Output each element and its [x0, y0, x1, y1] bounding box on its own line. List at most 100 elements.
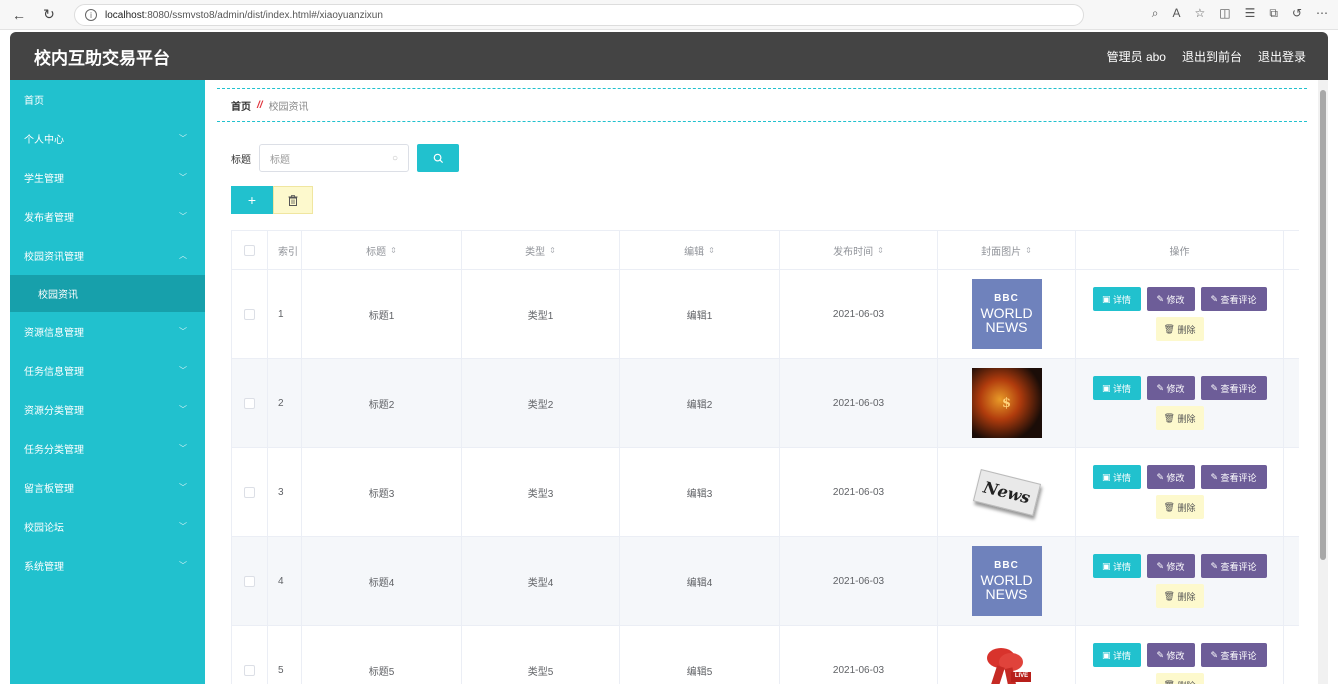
delete-button[interactable]: 🗑 删除: [1155, 406, 1204, 430]
delete-label: 删除: [1177, 413, 1196, 424]
app-window: 校内互助交易平台 管理员 abo 退出到前台 退出登录 首页 个人中心 ﹀ 学生管…: [10, 32, 1328, 684]
reload-icon[interactable]: ↻: [38, 4, 60, 26]
sidebar-item-task-category[interactable]: 任务分类管理 ﹀: [10, 429, 205, 468]
row-checkbox[interactable]: [244, 486, 255, 498]
edit-button[interactable]: ✎ 修改: [1146, 554, 1195, 578]
favorites-list-icon[interactable]: ☰: [1245, 6, 1256, 21]
search-button[interactable]: [417, 144, 459, 172]
chevron-down-icon: ﹀: [179, 327, 187, 336]
sidebar-item-message-board[interactable]: 留言板管理 ﹀: [10, 468, 205, 507]
detail-button[interactable]: ▣ 详情: [1092, 465, 1141, 489]
delete-button[interactable]: 🗑 删除: [1155, 317, 1204, 341]
favorite-icon[interactable]: ☆: [1194, 6, 1205, 21]
sort-icon[interactable]: ⇕: [1025, 246, 1032, 255]
add-button[interactable]: +: [231, 186, 273, 214]
row-checkbox[interactable]: [244, 575, 255, 587]
comment-label: 查看评论: [1220, 650, 1257, 661]
header-image[interactable]: 封面图片 ⇕: [938, 231, 1076, 269]
row-index: 1: [268, 270, 302, 358]
header-type[interactable]: 类型 ⇕: [462, 231, 620, 269]
edit-icon: ✎: [1210, 382, 1221, 393]
sidebar-item-students[interactable]: 学生管理 ﹀: [10, 158, 205, 197]
info-icon[interactable]: i: [85, 9, 97, 21]
edit-button[interactable]: ✎ 修改: [1146, 465, 1195, 489]
ops-line: ▣ 详情 ✎ 修改 ✎ 查看评论: [1092, 554, 1267, 578]
detail-button[interactable]: ▣ 详情: [1092, 376, 1141, 400]
view-comments-button[interactable]: ✎ 查看评论: [1200, 376, 1267, 400]
sidebar-item-publishers[interactable]: 发布者管理 ﹀: [10, 197, 205, 236]
header-date[interactable]: 发布时间 ⇕: [780, 231, 938, 269]
bbc-logo-text: BBC: [994, 560, 1019, 571]
row-index: 2: [268, 359, 302, 447]
row-check-cell: [232, 448, 268, 536]
sort-icon[interactable]: ⇕: [877, 246, 884, 255]
batch-delete-button[interactable]: [273, 186, 313, 214]
admin-user-label: 管理员 abo: [1106, 49, 1166, 64]
sidebar-item-forum[interactable]: 校园论坛 ﹀: [10, 507, 205, 546]
select-all-checkbox[interactable]: [244, 244, 255, 256]
view-comments-button[interactable]: ✎ 查看评论: [1200, 554, 1267, 578]
live-badge: LIVE: [1014, 673, 1029, 679]
header-editor[interactable]: 编辑 ⇕: [620, 231, 780, 269]
chevron-down-icon: ﹀: [179, 405, 187, 414]
sidebar-item-system[interactable]: 系统管理 ﹀: [10, 546, 205, 585]
detail-button[interactable]: ▣ 详情: [1092, 287, 1141, 311]
search-placeholder: 标题: [270, 154, 290, 166]
read-aloud-icon[interactable]: A: [1172, 6, 1180, 21]
back-icon[interactable]: ←: [8, 4, 30, 26]
search-label: 标题: [231, 154, 251, 166]
exit-to-front-link[interactable]: 退出到前台: [1182, 48, 1242, 65]
row-image-cell: BBC WORLD NEWS: [938, 537, 1076, 625]
view-comments-button[interactable]: ✎ 查看评论: [1200, 465, 1267, 489]
edit-icon: ✎: [1156, 471, 1167, 482]
scrollbar-thumb[interactable]: [1320, 90, 1326, 560]
more-icon[interactable]: ⋯: [1316, 6, 1328, 21]
title-search-input[interactable]: 标题 ○: [259, 144, 409, 172]
vertical-scrollbar[interactable]: [1318, 80, 1328, 684]
sidebar-item-task-info[interactable]: 任务信息管理 ﹀: [10, 351, 205, 390]
delete-button[interactable]: 🗑 删除: [1155, 495, 1204, 519]
collections-icon[interactable]: ⧉: [1269, 6, 1278, 21]
cover-image: BBC WORLD NEWS: [971, 546, 1042, 616]
sidebar-item-label: 发布者管理: [24, 213, 74, 224]
sort-icon[interactable]: ⇕: [390, 246, 397, 255]
address-bar[interactable]: i localhost:8080/ssmvsto8/admin/dist/ind…: [74, 4, 1084, 26]
delete-label: 删除: [1177, 679, 1195, 685]
edit-button[interactable]: ✎ 修改: [1146, 643, 1195, 667]
row-checkbox[interactable]: [244, 397, 255, 409]
view-comments-button[interactable]: ✎ 查看评论: [1200, 287, 1267, 311]
split-view-icon[interactable]: ◫: [1219, 6, 1230, 21]
logout-link[interactable]: 退出登录: [1258, 48, 1306, 65]
view-comments-button[interactable]: ✎ 查看评论: [1200, 643, 1267, 667]
header-title[interactable]: 标题 ⇕: [302, 231, 462, 269]
sidebar-item-personal-center[interactable]: 个人中心 ﹀: [10, 119, 205, 158]
sidebar-item-home[interactable]: 首页: [10, 80, 205, 119]
sidebar-item-resource-info[interactable]: 资源信息管理 ﹀: [10, 312, 205, 351]
sort-icon[interactable]: ⇕: [708, 246, 715, 255]
delete-button[interactable]: 🗑 删除: [1155, 584, 1204, 608]
edit-label: 修改: [1166, 472, 1185, 483]
edit-icon: ✎: [1156, 560, 1167, 571]
sidebar-item-label: 个人中心: [24, 135, 64, 146]
detail-label: 详情: [1113, 383, 1132, 394]
detail-icon: ▣: [1101, 293, 1113, 304]
detail-button[interactable]: ▣ 详情: [1092, 554, 1141, 578]
sort-icon[interactable]: ⇕: [549, 246, 556, 255]
sidebar-item-resource-category[interactable]: 资源分类管理 ﹀: [10, 390, 205, 429]
detail-button[interactable]: ▣ 详情: [1092, 643, 1141, 667]
table-row: 2 标题2 类型2 编辑2 2021-06-03 $ ▣ 详情 ✎ 修改 ✎ 查…: [232, 359, 1299, 448]
edit-button[interactable]: ✎ 修改: [1146, 376, 1195, 400]
sidebar-item-campus-news[interactable]: 校园资讯: [10, 275, 205, 312]
breadcrumb-home[interactable]: 首页: [231, 98, 251, 113]
delete-button[interactable]: 🗑 删除: [1155, 673, 1204, 685]
zoom-icon[interactable]: ⌕: [1152, 6, 1159, 21]
edit-icon: ✎: [1210, 649, 1221, 660]
app-title: 校内互助交易平台: [34, 48, 170, 68]
row-checkbox[interactable]: [244, 308, 255, 320]
header-ops: 操作: [1076, 231, 1284, 269]
sidebar-item-campus-news-mgmt[interactable]: 校园资讯管理 ︿: [10, 236, 205, 275]
main-content: 首页 // 校园资讯 标题 标题 ○ + 索引 标题 ⇕ 类型 ⇕ 编辑 ⇕ 发…: [205, 80, 1315, 684]
edit-button[interactable]: ✎ 修改: [1146, 287, 1195, 311]
row-checkbox[interactable]: [244, 664, 255, 676]
history-icon[interactable]: ↺: [1292, 6, 1302, 21]
